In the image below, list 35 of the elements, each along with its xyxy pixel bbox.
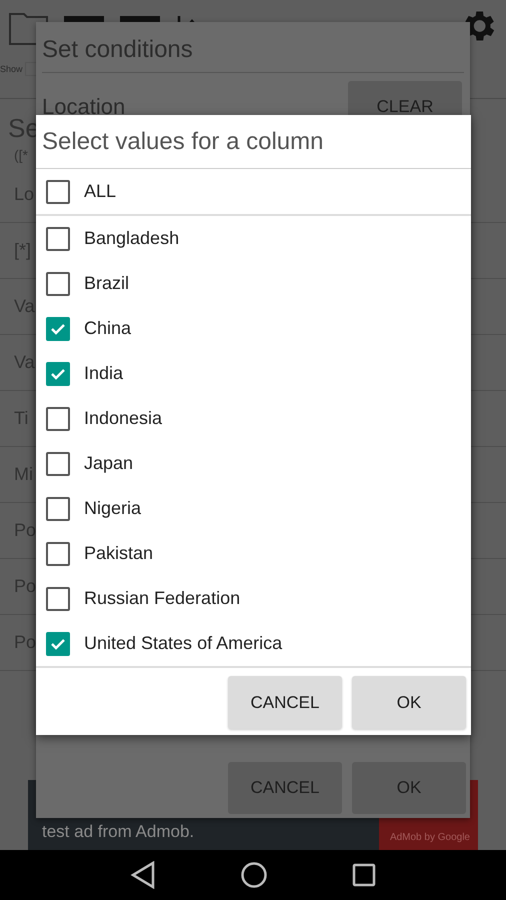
home-icon[interactable] [240, 861, 268, 889]
checkbox[interactable] [46, 496, 70, 520]
dialog-button[interactable]: OK [352, 676, 466, 729]
dialog-title: Set conditions [42, 36, 464, 73]
option-label: United States of America [84, 633, 282, 654]
option-label: Indonesia [84, 408, 162, 429]
option-label: Brazil [84, 273, 130, 294]
dialog-button[interactable]: OK [352, 762, 466, 814]
dialog-button[interactable]: CANCEL [228, 676, 342, 729]
checkbox[interactable] [46, 226, 70, 250]
option-label: Nigeria [84, 498, 142, 519]
dialog-button[interactable]: CANCEL [228, 762, 342, 814]
option-label: Bangladesh [84, 228, 180, 249]
ad-label: AdMob by Google [390, 832, 470, 843]
option-label: India [84, 363, 124, 384]
list-row-label[interactable]: [*] [14, 240, 32, 261]
ad-text: test ad from Admob. [42, 822, 194, 842]
screen-subtitle: ([* [13, 146, 29, 165]
option-label: Russian Federation [84, 588, 240, 609]
dialog-title: Select values for a column [36, 115, 471, 169]
checkbox[interactable] [46, 586, 70, 610]
option-label: Pakistan [84, 543, 154, 564]
checkbox[interactable] [46, 180, 70, 204]
back-icon[interactable] [130, 861, 156, 889]
option-label: China [84, 318, 132, 339]
checkbox[interactable] [46, 632, 70, 656]
checkbox[interactable] [46, 452, 70, 476]
checkbox[interactable] [46, 272, 70, 296]
checkbox[interactable] [46, 406, 70, 430]
checkbox[interactable] [46, 362, 70, 386]
option-label: Japan [84, 453, 134, 474]
recents-icon[interactable] [352, 863, 376, 887]
checkbox[interactable] [46, 542, 70, 566]
option-label: ALL [84, 181, 116, 202]
checkbox[interactable] [46, 316, 70, 340]
